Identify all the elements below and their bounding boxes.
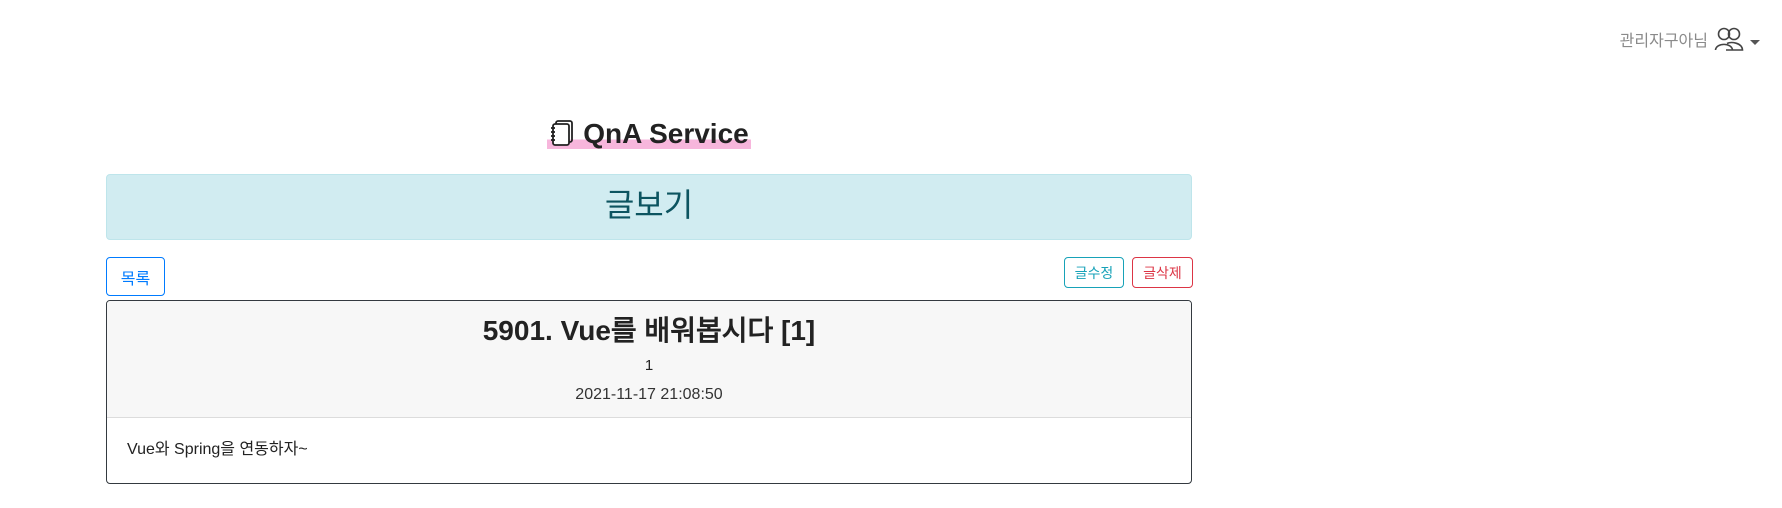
user-name: 관리자구아님 (1619, 33, 1708, 50)
notebook-icon (549, 119, 575, 149)
post-content: Vue와 Spring을 연동하자~ (127, 441, 308, 458)
page: 관리자구아님 QnA Service 글보기 목록 글수정 글삭제 5901. … (0, 0, 1782, 508)
users-icon[interactable] (1714, 26, 1744, 52)
page-title-wrap: QnA Service (106, 116, 1192, 154)
caret-down-icon[interactable] (1750, 39, 1760, 45)
user-menu[interactable]: 관리자구아님 (1620, 26, 1760, 52)
post-card-header: 5901. Vue를 배워봅시다 [1] 1 2021-11-17 21:08:… (107, 301, 1191, 418)
page-title: QnA Service (547, 116, 751, 152)
page-title-text: QnA Service (583, 118, 749, 149)
delete-post-button[interactable]: 글삭제 (1132, 257, 1193, 288)
edit-post-button[interactable]: 글수정 (1064, 257, 1124, 288)
post-title: 5901. Vue를 배워봅시다 [1] (482, 315, 816, 346)
post-count: 1 (644, 357, 654, 374)
view-banner: 글보기 (106, 174, 1192, 240)
post-date: 2021-11-17 21:08:50 (575, 386, 723, 403)
post-card: 5901. Vue를 배워봅시다 [1] 1 2021-11-17 21:08:… (106, 300, 1192, 484)
list-button[interactable]: 목록 (106, 257, 165, 296)
